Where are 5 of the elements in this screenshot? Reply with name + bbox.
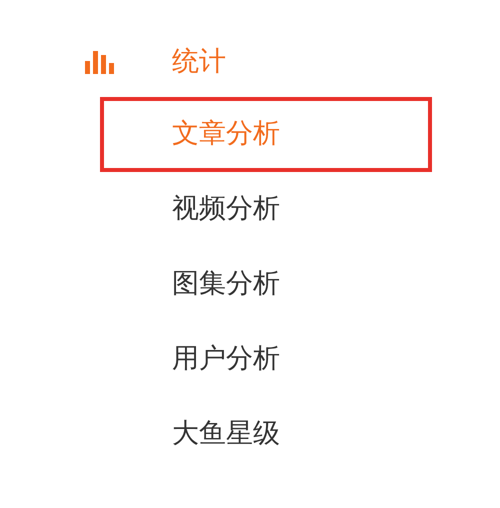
section-title: 统计 bbox=[172, 48, 226, 75]
menu-item[interactable]: 视频分析 bbox=[100, 172, 432, 247]
menu-item[interactable]: 图集分析 bbox=[100, 247, 432, 322]
menu-item[interactable]: 大鱼星级 bbox=[100, 397, 432, 472]
menu-item[interactable]: 用户分析 bbox=[100, 322, 432, 397]
